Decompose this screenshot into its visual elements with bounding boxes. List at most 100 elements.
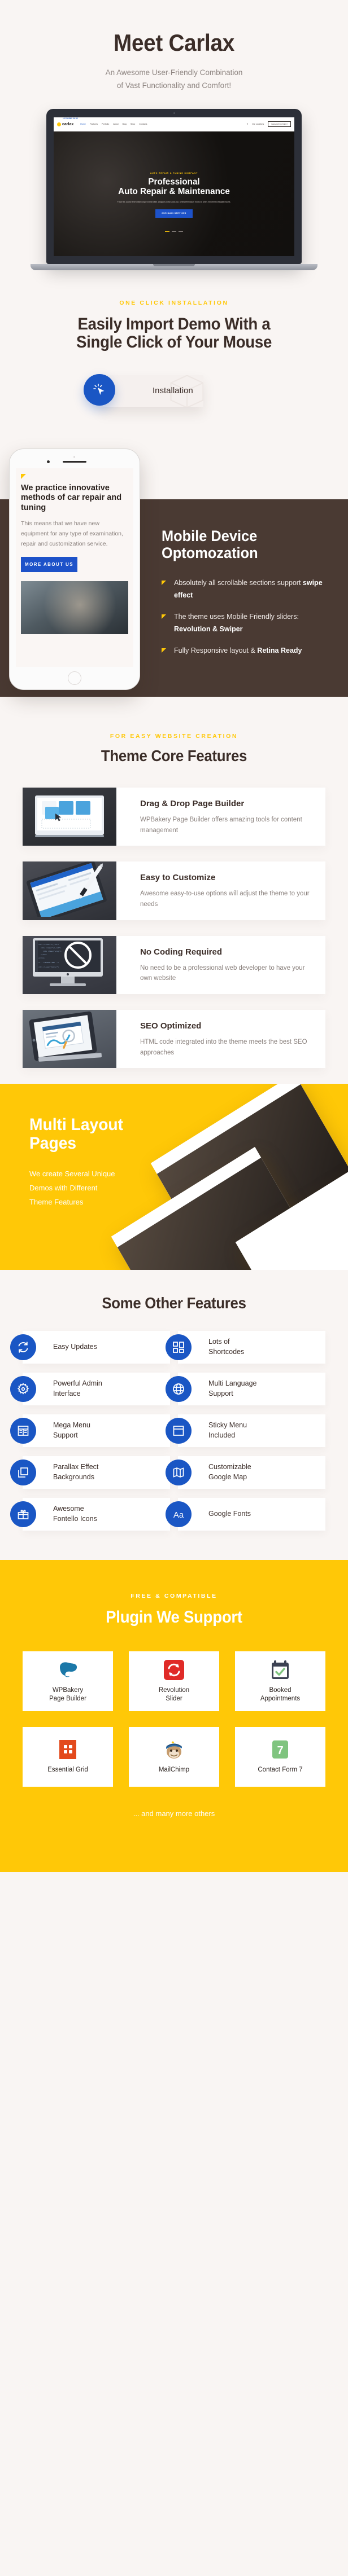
phone-sensor-icon — [73, 456, 75, 458]
feature-customizable-google-map[interactable]: Customizable Google Map — [166, 1456, 325, 1489]
mobile-bullet-list: Absolutely all scrollable sections suppo… — [162, 577, 337, 657]
oneclick-eyebrow: ONE CLICK INSTALLATION — [119, 299, 229, 306]
mobile-title-line-1: Mobile Device — [162, 527, 258, 544]
core-feature-list: Drag & Drop Page Builder WPBakery Page B… — [0, 788, 348, 1069]
bullet-bold: Retina Ready — [257, 647, 302, 655]
feature-google-fonts[interactable]: Aa Google Fonts — [166, 1497, 325, 1531]
core-card-title: Drag & Drop Page Builder — [140, 799, 245, 809]
hero-section: Meet Carlax An Awesome User-Friendly Com… — [0, 0, 348, 270]
core-feature-card[interactable]: Drag & Drop Page Builder WPBakery Page B… — [23, 788, 325, 846]
svg-text:Aa: Aa — [173, 1510, 184, 1520]
nav-item-features[interactable]: Features — [90, 123, 98, 125]
nav-item-contacts[interactable]: Contacts — [139, 123, 147, 125]
hero-subtitle-line-2: of Vast Functionality and Comfort! — [116, 81, 232, 90]
plugin-name: Essential Grid — [47, 1766, 88, 1774]
more-about-us-button[interactable]: MORE ABOUT US — [21, 556, 77, 572]
contact-form-7-logo-icon: 7 — [271, 1738, 290, 1761]
nav-item-blog[interactable]: Blog — [123, 123, 127, 125]
plugins-footer-note: ... and many more others — [133, 1809, 215, 1818]
nav-item-shop[interactable]: Shop — [130, 123, 135, 125]
plugin-essential-grid[interactable]: Essential Grid — [23, 1726, 113, 1787]
demo-slide-title-line-2: Auto Repair & Maintenance — [118, 187, 230, 197]
plugin-revolution-slider[interactable]: Revolution Slider — [129, 1651, 219, 1711]
demo-locations-link[interactable]: Our Locations — [252, 123, 264, 125]
multi-layout-screenshots — [111, 1084, 348, 1271]
laptop-widgets-thumb — [23, 788, 116, 846]
demo-phone-number[interactable]: +1 234 962 14 63 — [63, 117, 194, 120]
plugin-contact-form-7[interactable]: 7 Contact Form 7 — [235, 1726, 325, 1787]
phone-home-button[interactable] — [68, 671, 81, 685]
core-feature-card[interactable]: SEO Optimized HTML code integrated into … — [23, 1009, 325, 1069]
slider-dot-1[interactable] — [165, 231, 169, 232]
one-click-installation-section: ONE CLICK INSTALLATION Easily Import Dem… — [0, 270, 348, 418]
core-feature-card[interactable]: Easy to Customize Awesome easy-to-use op… — [23, 861, 325, 920]
typography-aa-icon: Aa — [166, 1501, 192, 1527]
other-features-grid: Easy Updates Lots of Shortcodes Powerful… — [0, 1330, 348, 1531]
demo-logo-text: carlax — [62, 122, 74, 126]
feature-label-line-2: Interface — [53, 1389, 81, 1397]
plugin-name-line-2: Appointments — [260, 1695, 301, 1703]
laptop-camera-icon — [173, 112, 175, 114]
feature-label-line-2: Included — [208, 1431, 236, 1439]
demo-slide-eyebrow: AUTO REPAIR & TUNING COMPANY — [150, 172, 198, 174]
nav-item-about[interactable]: About — [113, 123, 118, 125]
feature-lots-of-shortcodes[interactable]: Lots of Shortcodes — [166, 1330, 325, 1364]
slider-dot-2[interactable] — [172, 231, 176, 232]
plugin-name: WPBakery Page Builder — [49, 1686, 86, 1704]
slider-dot-3[interactable] — [179, 231, 183, 232]
tablet-stylus-thumb — [23, 861, 116, 920]
core-card-title: Easy to Customize — [140, 873, 216, 883]
core-card-text: Awesome easy-to-use options will adjust … — [140, 890, 310, 908]
feature-label: Lots of Shortcodes — [204, 1337, 244, 1357]
feature-label-line-1: Sticky Menu — [208, 1421, 247, 1430]
feature-parallax-effect-backgrounds[interactable]: Parallax Effect Backgrounds — [10, 1456, 170, 1489]
plugin-wpbakery-page-builder[interactable]: WPBakery Page Builder — [23, 1651, 113, 1711]
demo-slide-button[interactable]: OUR MAIN SERVICES — [155, 209, 193, 218]
logo-mark-icon — [57, 122, 61, 126]
map-icon — [166, 1459, 192, 1485]
nav-item-home[interactable]: Home — [80, 123, 86, 125]
search-icon[interactable]: ⚲ — [247, 123, 248, 125]
plugin-name: MailChimp — [159, 1766, 189, 1774]
plugin-booked-appointments[interactable]: Booked Appointments — [235, 1651, 325, 1711]
plugin-name-line-1: Booked — [269, 1686, 292, 1694]
feature-label: Mega Menu Support — [49, 1421, 90, 1441]
feature-label-line-2: Fontello Icons — [53, 1514, 97, 1523]
grid-blocks-icon — [166, 1334, 192, 1360]
feature-sticky-menu-included[interactable]: Sticky Menu Included — [166, 1414, 325, 1447]
slider-pagination[interactable] — [54, 231, 294, 232]
feature-multi-language-support[interactable]: Multi Language Support — [166, 1372, 325, 1405]
wpbakery-logo-icon — [56, 1659, 79, 1681]
multi-layout-section: Multi Layout Pages We create Several Uni… — [0, 1084, 348, 1271]
other-features-title: Some Other Features — [102, 1294, 246, 1312]
cursor-click-icon[interactable] — [84, 373, 115, 406]
bullet-text: The theme uses Mobile Friendly sliders: — [174, 613, 299, 621]
triangle-accent-icon — [21, 473, 26, 479]
feature-label-line-2: Google Map — [208, 1472, 247, 1481]
landing-page: Meet Carlax An Awesome User-Friendly Com… — [0, 0, 348, 1872]
feature-awesome-fontello-icons[interactable]: Awesome Fontello Icons — [10, 1497, 170, 1531]
feature-mega-menu-support[interactable]: Mega Menu Support — [10, 1414, 170, 1447]
core-card-text: WPBakery Page Builder offers amazing too… — [140, 816, 302, 834]
plugins-section: FREE & COMPATIBLE Plugin We Support WPBa… — [0, 1559, 348, 1872]
mobile-optimization-section: We practice innovative methods of car re… — [0, 448, 348, 714]
phone-heading: We practice innovative methods of car re… — [21, 483, 122, 512]
theme-core-features-section: FOR EASY WEBSITE CREATION Theme Core Fea… — [0, 714, 348, 1069]
multi-text-line-1: We create Several Unique — [29, 1170, 115, 1179]
bullet-bold: Revolution & Swiper — [174, 625, 243, 633]
core-feature-card[interactable]: <div class="vc_row"> <div class="vc_col"… — [23, 935, 325, 994]
installation-card[interactable]: Installation — [101, 375, 203, 407]
plugin-name-line-1: MailChimp — [158, 1766, 190, 1774]
feature-powerful-admin-interface[interactable]: Powerful Admin Interface — [10, 1372, 170, 1405]
make-appointment-button[interactable]: MAKE APPOINTMENT — [268, 121, 291, 128]
feature-label: Google Fonts — [204, 1509, 251, 1519]
hero-subtitle-line-1: An Awesome User-Friendly Combination — [105, 68, 243, 77]
nav-item-portfolio[interactable]: Portfolio — [102, 123, 109, 125]
multi-text-line-2: Demos with Different — [29, 1183, 98, 1192]
plugin-mailchimp[interactable]: MailChimp — [129, 1726, 219, 1787]
demo-logo[interactable]: carlax — [57, 122, 73, 126]
demo-nav-menu[interactable]: Home Features Portfolio About Blog Shop … — [80, 123, 147, 125]
feature-easy-updates[interactable]: Easy Updates — [10, 1330, 170, 1364]
plugin-name: Booked Appointments — [260, 1686, 300, 1704]
svg-text:<div class="vc_col">: <div class="vc_col"> — [41, 947, 61, 949]
